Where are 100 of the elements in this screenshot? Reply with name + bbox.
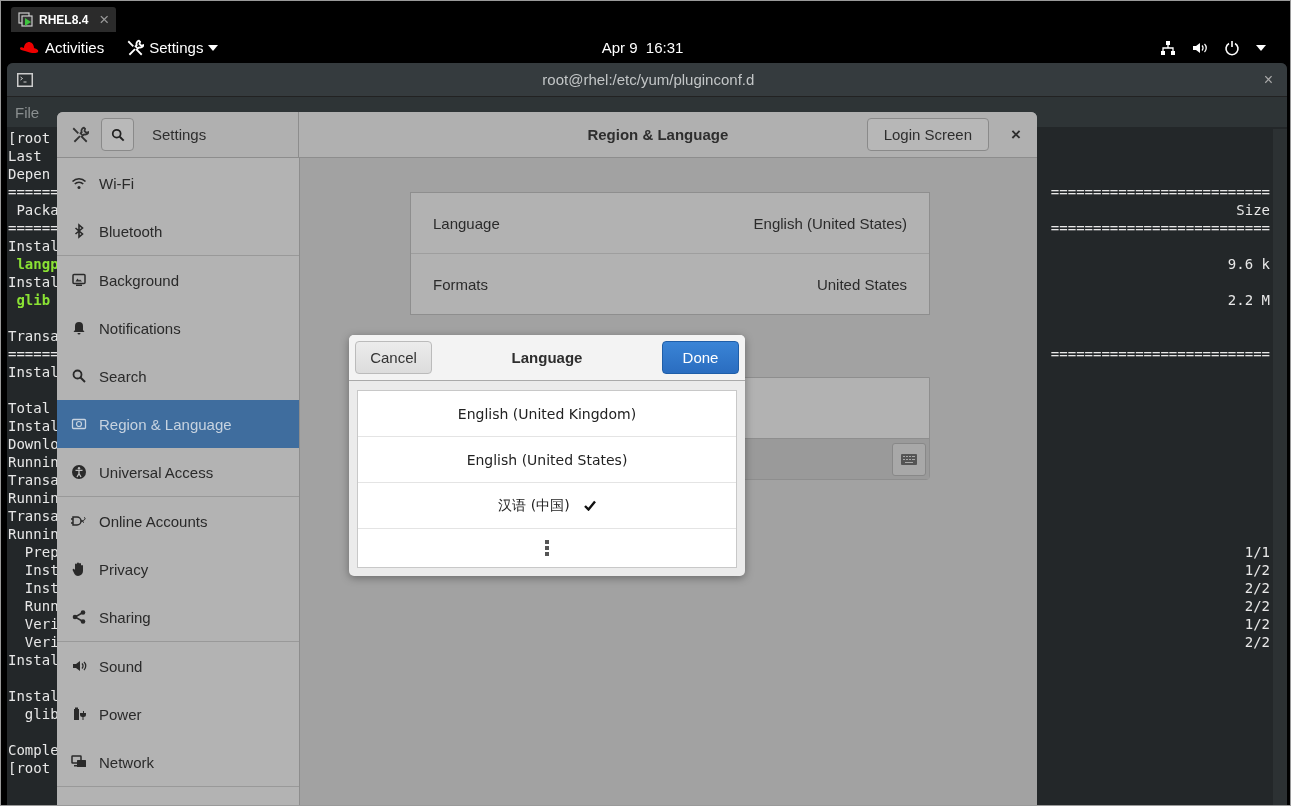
terminal-line: 2/2 xyxy=(1244,580,1270,596)
terminal-line: Transa xyxy=(8,328,59,344)
terminal-line: Runnin xyxy=(8,526,59,542)
sidebar-item[interactable]: Sound xyxy=(57,642,299,690)
keyboard-button[interactable] xyxy=(892,442,926,476)
terminal-line: 1/2 xyxy=(1244,616,1270,632)
terminal-line: ========================== xyxy=(1050,184,1270,200)
language-option[interactable]: English (United States) xyxy=(358,437,736,483)
terminal-line: 2.2 M xyxy=(1227,292,1270,308)
clock[interactable]: Apr 9 16:31 xyxy=(601,39,684,56)
terminal-line: Runnin xyxy=(8,454,59,470)
login-screen-button[interactable]: Login Screen xyxy=(866,118,990,151)
settings-row[interactable]: Formats United States xyxy=(411,254,929,314)
share-icon xyxy=(71,609,87,625)
terminal-line: Instal xyxy=(8,238,59,254)
hat-icon xyxy=(19,40,39,55)
terminal-line: 2/2 xyxy=(1244,634,1270,650)
done-button[interactable]: Done xyxy=(662,341,739,374)
close-button[interactable]: × xyxy=(99,9,110,30)
dialog-title: Language xyxy=(511,349,583,366)
accessibility-icon xyxy=(71,464,87,480)
language-option[interactable]: English (United Kingdom) xyxy=(358,391,736,437)
terminal-line: langp xyxy=(15,256,59,272)
sidebar-item[interactable]: Background xyxy=(57,256,299,304)
terminal-line: Veri xyxy=(23,634,59,650)
terminal-line: Runnin xyxy=(8,490,59,506)
cancel-button[interactable]: Cancel xyxy=(355,341,432,374)
terminal-line: ====== xyxy=(8,346,59,362)
settings-row[interactable]: Language English (United States) xyxy=(411,193,929,254)
vm-tab[interactable]: RHEL8.4 × xyxy=(11,7,117,32)
terminal-line: 1/1 xyxy=(1244,544,1270,560)
sidebar-item[interactable]: Notifications xyxy=(57,304,299,352)
close-button[interactable]: × xyxy=(1011,124,1021,145)
vm-icon xyxy=(18,11,34,28)
app-menu[interactable]: Settings xyxy=(126,38,219,57)
terminal-line: Inst xyxy=(23,580,59,596)
terminal-line: Last xyxy=(8,148,42,164)
terminal-icon xyxy=(17,72,33,87)
tools-icon xyxy=(71,125,89,144)
keyboard-icon xyxy=(901,453,917,465)
scrollbar[interactable] xyxy=(1273,129,1287,805)
terminal-line: Instal xyxy=(8,652,59,668)
network-icon[interactable] xyxy=(1160,39,1176,56)
terminal-line: ====== xyxy=(8,184,59,200)
terminal-line: 9.6 k xyxy=(1227,256,1270,272)
monitor-icon xyxy=(71,272,87,288)
bell-icon xyxy=(71,320,87,336)
terminal-line: Depen xyxy=(8,166,51,182)
terminal-line: Total xyxy=(8,400,51,416)
search-icon xyxy=(71,368,87,384)
terminal-line: Packa xyxy=(15,202,59,218)
terminal-line: 1/2 xyxy=(1244,562,1270,578)
terminal-line: ========================== xyxy=(1050,346,1270,362)
sidebar-item[interactable]: Privacy xyxy=(57,545,299,593)
plug-icon xyxy=(71,513,87,529)
sidebar-item[interactable]: Wi-Fi xyxy=(57,159,299,207)
speaker-icon xyxy=(71,658,87,674)
language-option[interactable]: 汉语 (中国) xyxy=(358,483,736,529)
battery-icon xyxy=(71,706,87,722)
sidebar-item[interactable]: Online Accounts xyxy=(57,497,299,545)
sidebar-item[interactable]: Region & Language xyxy=(57,400,299,448)
terminal-line: Instal xyxy=(8,418,59,434)
sidebar-item[interactable]: Power xyxy=(57,690,299,738)
window-title: root@rhel:/etc/yum/pluginconf.d xyxy=(542,71,755,88)
activities-button[interactable]: Activities xyxy=(45,39,105,56)
terminal-line: Comple xyxy=(8,742,59,758)
terminal-line: Prep xyxy=(23,544,59,560)
sidebar-item[interactable]: Sharing xyxy=(57,593,299,641)
panel-title: Region & Language xyxy=(586,126,730,143)
terminal-line: ====== xyxy=(8,220,59,236)
menu-item[interactable]: File xyxy=(15,103,40,121)
power-icon[interactable] xyxy=(1224,39,1240,56)
terminal-line: Size xyxy=(1236,202,1270,218)
tools-icon xyxy=(126,38,145,57)
computers-icon xyxy=(71,754,87,770)
sidebar-item[interactable]: Bluetooth xyxy=(57,207,299,255)
search-icon xyxy=(110,127,125,142)
sidebar-item[interactable]: Search xyxy=(57,352,299,400)
close-button[interactable]: × xyxy=(1263,70,1273,89)
terminal-line: [root xyxy=(8,130,51,146)
caret-icon[interactable] xyxy=(1256,44,1266,51)
terminal-line: 2/2 xyxy=(1244,598,1270,614)
terminal-line: glib xyxy=(23,706,59,722)
terminal-line: [root xyxy=(8,760,51,776)
terminal-line: glib xyxy=(15,292,51,308)
sidebar-item[interactable]: Network xyxy=(57,738,299,786)
flag-icon xyxy=(71,416,87,432)
terminal-line: Inst xyxy=(23,562,59,578)
caret-icon xyxy=(208,44,219,51)
vm-tab-label: RHEL8.4 xyxy=(39,12,89,27)
terminal-line: ========================== xyxy=(1050,220,1270,236)
window-title: Settings xyxy=(152,126,207,143)
search-button[interactable] xyxy=(101,118,134,151)
sidebar-item[interactable]: Universal Access xyxy=(57,448,299,496)
terminal-line: Downlo xyxy=(8,436,59,452)
more-icon[interactable] xyxy=(545,540,549,556)
terminal-line: Transa xyxy=(8,472,59,488)
terminal-line: Instal xyxy=(8,364,59,380)
terminal-line: Instal xyxy=(8,688,59,704)
terminal-line: Runn xyxy=(23,598,59,614)
